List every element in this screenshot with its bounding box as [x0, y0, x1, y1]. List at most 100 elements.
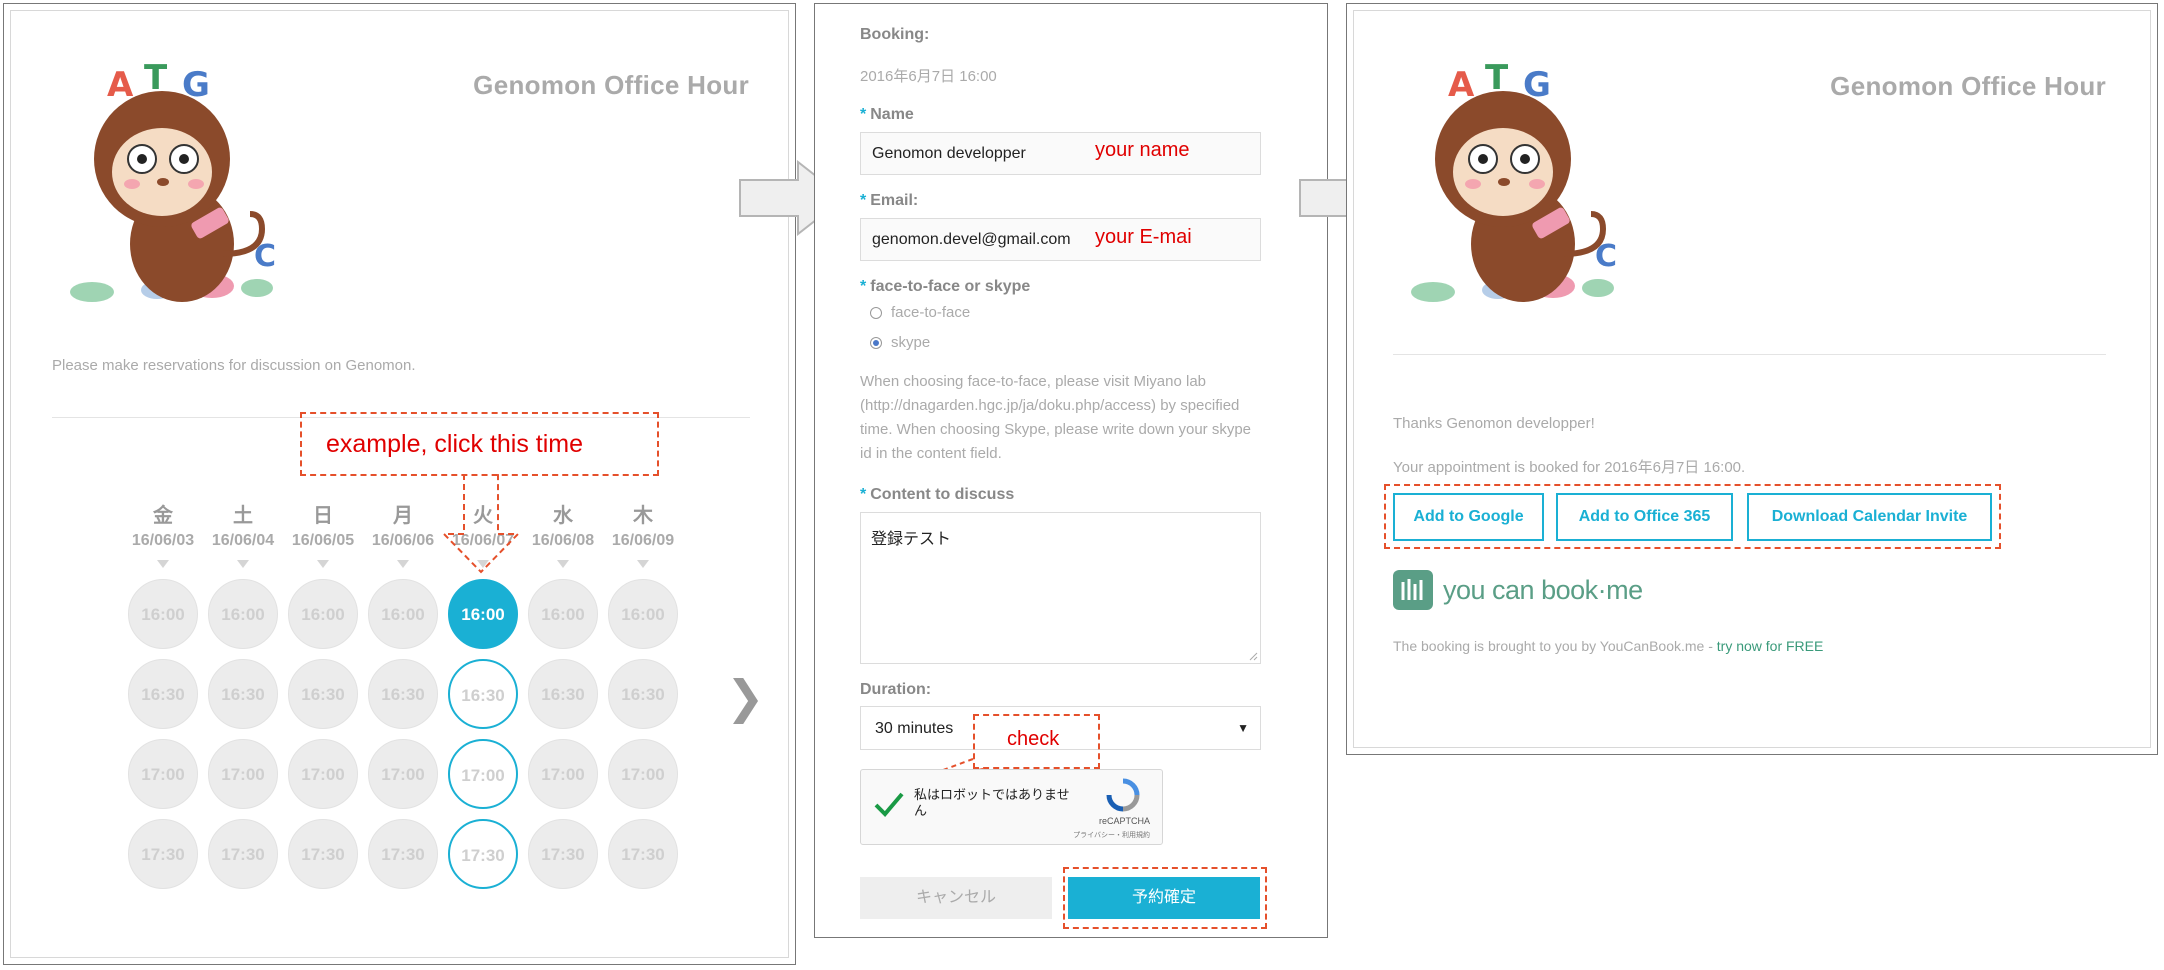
- time-slot[interactable]: 16:30: [448, 659, 518, 729]
- time-slot[interactable]: 17:30: [368, 819, 438, 889]
- radio-label-face-to-face: face-to-face: [891, 304, 971, 321]
- booking-label: Booking:: [860, 26, 930, 43]
- meeting-type-label: * face-to-face or skype: [860, 278, 1031, 295]
- day-name: 木: [633, 505, 653, 527]
- check-annotation-text: check: [1007, 728, 1060, 750]
- day-pointer-icon: [157, 560, 169, 568]
- recaptcha-widget[interactable]: 私はロボットではありません reCAPTCHA プライバシー・利用規約: [860, 769, 1163, 845]
- add-to-google-button[interactable]: Add to Google: [1393, 493, 1544, 541]
- resize-handle-icon[interactable]: [1248, 651, 1258, 661]
- svg-text:A: A: [1448, 65, 1475, 105]
- day-date: 16/06/05: [291, 532, 355, 549]
- recaptcha-brand: reCAPTCHA: [1098, 816, 1150, 826]
- ycb-logo-text: you can book·me: [1443, 574, 1643, 605]
- time-slot[interactable]: 17:00: [208, 739, 278, 809]
- caret-down-icon: ▼: [1237, 721, 1249, 735]
- name-annotation: your name: [1095, 139, 1190, 161]
- time-slot[interactable]: 17:30: [208, 819, 278, 889]
- booking-datetime: 2016年6月7日 16:00: [860, 68, 997, 85]
- cancel-button[interactable]: キャンセル: [860, 877, 1052, 919]
- time-slot[interactable]: 17:00: [528, 739, 598, 809]
- time-slot[interactable]: 16:00: [128, 579, 198, 649]
- annotation-text: example, click this time: [326, 430, 584, 458]
- day-column-header: 金 16/06/03: [123, 504, 203, 552]
- duration-value: 30 minutes: [875, 720, 954, 737]
- day-name: 水: [553, 505, 573, 527]
- radio-label-skype: skype: [891, 334, 931, 351]
- genomon-mascot-logo: A T G C: [70, 58, 276, 302]
- confirm-button[interactable]: 予約確定: [1068, 877, 1260, 919]
- annotation-pointer: [441, 474, 521, 574]
- footer-text: The booking is brought to you by YouCanB…: [1393, 638, 1824, 654]
- content-value: 登録テスト: [871, 531, 952, 548]
- booked-text: Your appointment is booked for 2016年6月7日…: [1393, 459, 1746, 476]
- divider-3: [1393, 354, 2106, 355]
- time-slot[interactable]: 16:00: [608, 579, 678, 649]
- try-free-link[interactable]: try now for FREE: [1717, 638, 1824, 654]
- name-label: * Name: [860, 106, 914, 123]
- name-value: Genomon developper: [872, 145, 1026, 162]
- time-slot[interactable]: 17:30: [128, 819, 198, 889]
- meeting-note: When choosing face-to-face, please visit…: [860, 373, 1252, 462]
- time-slot[interactable]: 17:30: [608, 819, 678, 889]
- ycb-icon: [1393, 570, 1433, 610]
- time-slot[interactable]: 16:00: [368, 579, 438, 649]
- day-date: 16/06/06: [371, 532, 435, 549]
- day-pointer-icon: [557, 560, 569, 568]
- time-slot[interactable]: 17:00: [448, 739, 518, 809]
- time-slot[interactable]: 16:30: [608, 659, 678, 729]
- day-pointer-icon: [237, 560, 249, 568]
- time-slot[interactable]: 16:00: [528, 579, 598, 649]
- svg-text:A: A: [107, 65, 134, 105]
- time-slot[interactable]: 16:30: [528, 659, 598, 729]
- time-slot[interactable]: 17:00: [128, 739, 198, 809]
- time-slot[interactable]: 17:30: [528, 819, 598, 889]
- day-pointer-icon: [397, 560, 409, 568]
- recaptcha-links[interactable]: プライバシー・利用規約: [1073, 830, 1150, 840]
- svg-text:C: C: [1595, 239, 1617, 274]
- page-title: Genomon Office Hour: [473, 70, 749, 100]
- day-date: 16/06/03: [131, 532, 195, 549]
- svg-text:T: T: [1485, 58, 1509, 98]
- day-name: 金: [153, 505, 173, 527]
- radio-face-to-face[interactable]: [870, 307, 882, 319]
- genomon-mascot-logo-3: A T G C: [1411, 58, 1617, 302]
- day-pointer-icon: [317, 560, 329, 568]
- time-slot[interactable]: 16:30: [368, 659, 438, 729]
- time-slot[interactable]: 16:00: [288, 579, 358, 649]
- time-slot[interactable]: 16:30: [288, 659, 358, 729]
- add-to-office365-button[interactable]: Add to Office 365: [1556, 493, 1733, 541]
- name-input[interactable]: Genomon developper: [860, 132, 1261, 175]
- chevron-right-icon[interactable]: ❯: [726, 674, 765, 720]
- time-slot[interactable]: 16:00: [208, 579, 278, 649]
- email-input[interactable]: genomon.devel@gmail.com: [860, 218, 1261, 261]
- time-slot-selected[interactable]: 16:00: [448, 579, 518, 649]
- duration-label: Duration:: [860, 681, 932, 698]
- day-column-header: 木 16/06/09: [603, 504, 683, 552]
- thanks-text: Thanks Genomon developper!: [1393, 415, 1595, 432]
- svg-text:C: C: [254, 239, 276, 274]
- content-label: * Content to discuss: [860, 486, 1015, 503]
- radio-skype[interactable]: [870, 337, 882, 349]
- download-calendar-invite-button[interactable]: Download Calendar Invite: [1747, 493, 1992, 541]
- email-annotation: your E-mai: [1095, 226, 1192, 248]
- time-slot[interactable]: 17:30: [288, 819, 358, 889]
- youcanbookme-logo[interactable]: you can book·me: [1393, 570, 1643, 610]
- day-name: 土: [233, 505, 253, 527]
- email-label: * Email:: [860, 192, 919, 209]
- page-title-3: Genomon Office Hour: [1830, 71, 2106, 101]
- day-date: 16/06/08: [531, 532, 595, 549]
- time-slot[interactable]: 16:30: [208, 659, 278, 729]
- day-pointer-icon: [637, 560, 649, 568]
- intro-text: Please make reservations for discussion …: [52, 357, 416, 374]
- time-slot[interactable]: 16:30: [128, 659, 198, 729]
- time-slot[interactable]: 17:00: [608, 739, 678, 809]
- time-slot[interactable]: 17:30: [448, 819, 518, 889]
- booking-form-panel: Booking: 2016年6月7日 16:00 * Name Genomon d…: [814, 3, 1328, 938]
- svg-text:T: T: [144, 58, 168, 98]
- recaptcha-logo-icon: [1106, 778, 1140, 812]
- content-textarea[interactable]: 登録テスト: [860, 512, 1261, 664]
- time-slot[interactable]: 17:00: [288, 739, 358, 809]
- time-slot[interactable]: 17:00: [368, 739, 438, 809]
- day-date: 16/06/04: [211, 532, 275, 549]
